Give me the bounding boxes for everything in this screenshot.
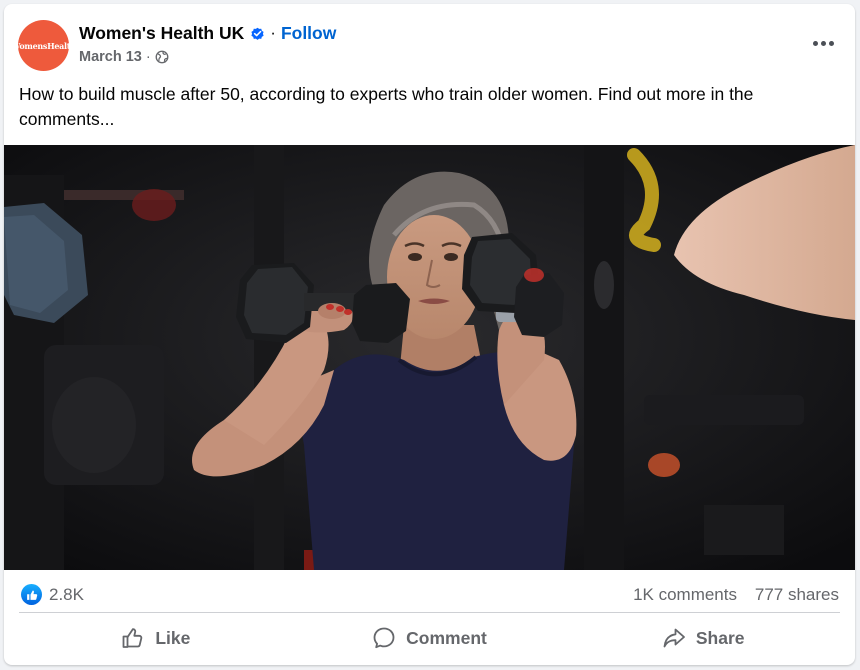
avatar-logo-text: WomensHealth (18, 40, 69, 51)
post-card: WomensHealth Women's Health UK · Follow … (4, 4, 855, 665)
post-actions: Like Comment Share (19, 616, 840, 660)
post-header: WomensHealth Women's Health UK · Follow … (4, 4, 855, 80)
more-dot (828, 40, 834, 46)
comment-bubble-icon (373, 627, 395, 649)
comment-label: Comment (406, 627, 487, 648)
post-date-link[interactable]: March 13 (79, 49, 142, 65)
shares-count-link[interactable]: 777 shares (755, 585, 839, 605)
name-separator: · (270, 23, 276, 42)
like-reaction-icon[interactable] (21, 584, 42, 605)
verified-badge-icon (251, 27, 264, 40)
thumbs-up-icon (122, 628, 143, 648)
share-label: Share (695, 627, 745, 648)
like-label: Like (155, 627, 191, 648)
comment-button[interactable]: Comment (293, 616, 567, 660)
page-name-link[interactable]: Women's Health UK (79, 23, 244, 44)
actions-divider (19, 612, 840, 613)
post-meta: March 13 · (79, 48, 169, 66)
share-button[interactable]: Share (566, 616, 840, 660)
more-options-icon[interactable] (809, 32, 837, 54)
follow-button[interactable]: Follow (281, 23, 336, 44)
reaction-count[interactable]: 2.8K (49, 585, 84, 605)
post-caption: How to build muscle after 50, according … (19, 84, 754, 129)
like-button[interactable]: Like (19, 616, 293, 660)
post-stats: 2.8K 1K comments 777 shares (4, 570, 855, 612)
thumbs-up-mini-icon (26, 590, 37, 600)
post-photo[interactable] (4, 145, 855, 570)
share-arrow-icon (663, 628, 685, 648)
page-avatar[interactable]: WomensHealth (18, 20, 69, 71)
more-dot (820, 40, 826, 46)
more-dot (812, 40, 818, 46)
globe-icon[interactable] (155, 50, 169, 64)
name-row: Women's Health UK · Follow (79, 22, 336, 44)
photo-illustration (4, 145, 855, 570)
comments-count-link[interactable]: 1K comments (633, 585, 737, 605)
meta-separator: · (145, 49, 151, 65)
